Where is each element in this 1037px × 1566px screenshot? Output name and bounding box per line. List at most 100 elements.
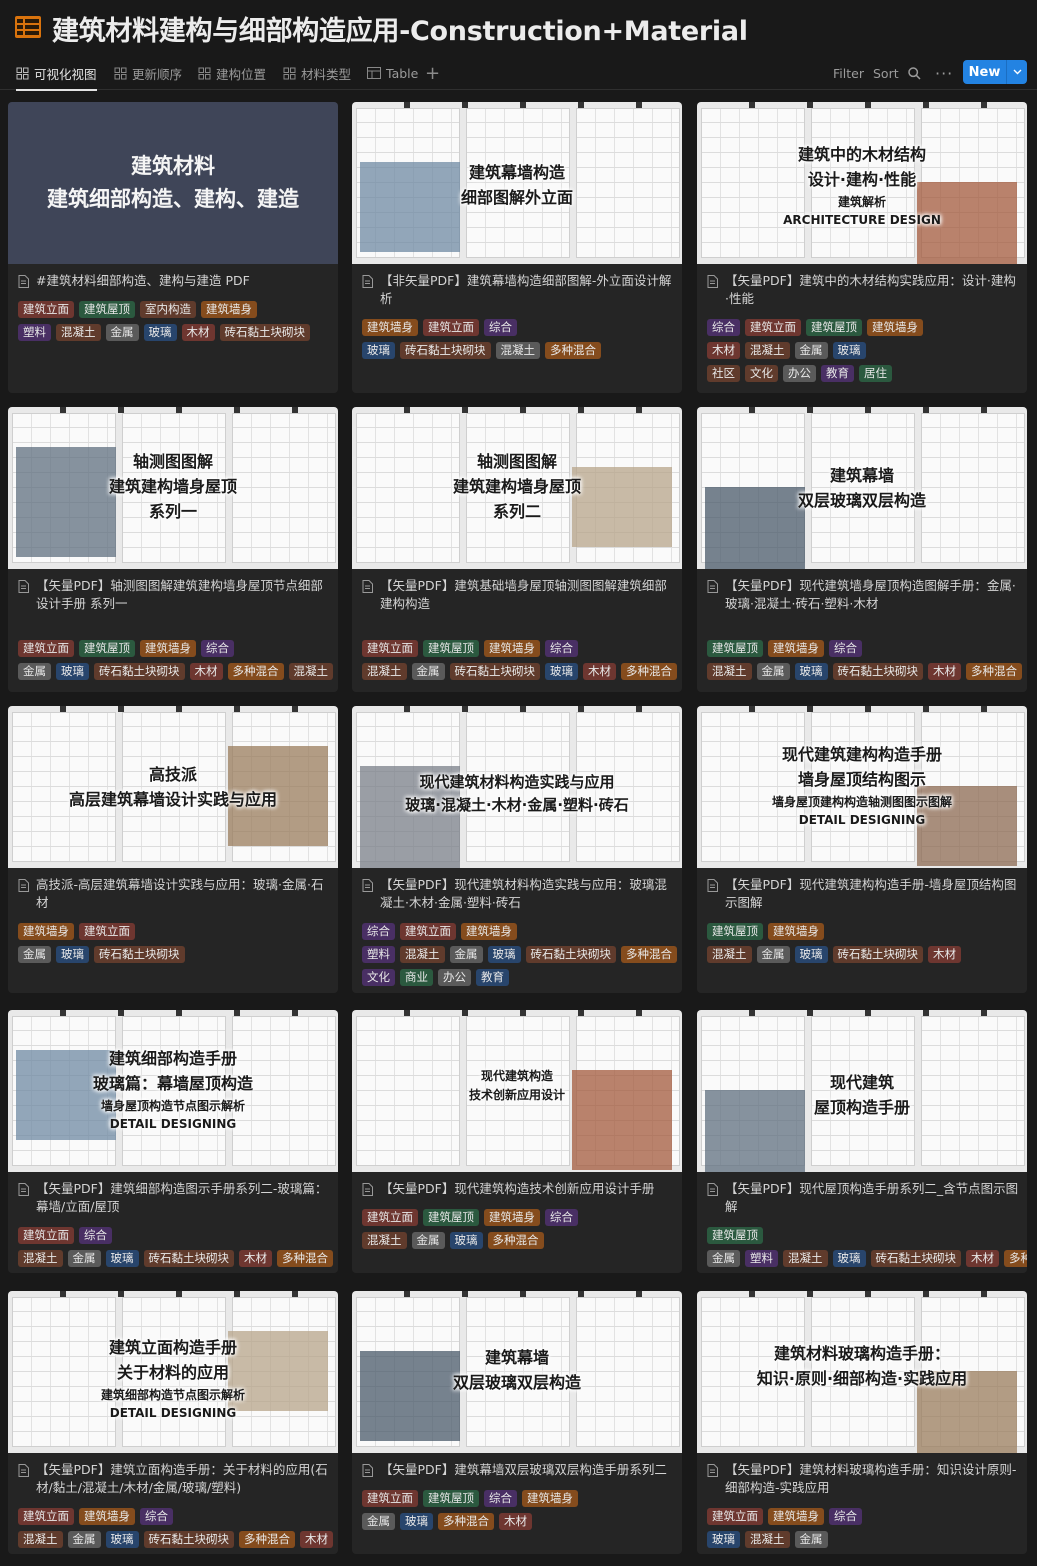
card-title: 【矢量PDF】建筑材料玻璃构造手册：知识设计原则-细部构造-实践应用 [707, 1461, 1019, 1497]
tag: 金属 [756, 946, 790, 963]
cover-text: 建筑幕墙 [829, 466, 894, 485]
tag: 玻璃 [362, 342, 395, 359]
tab-gallery[interactable]: 可视化视图 [16, 56, 97, 91]
gallery-icon [114, 67, 127, 79]
tag-row: 混凝土 金属 玻璃 砖石黏土块砌块 木材 多种混合 [707, 660, 1027, 680]
gallery-card[interactable]: 建筑立面构造手册 关于材料的应用 建筑细部构造节点图示解析 DETAIL DESIGN… [8, 1291, 338, 1554]
gallery-card[interactable]: 建筑材料 建筑细部构造、建构、建造 #建筑材料细部构造、建构与建造 PDF 建筑立面建… [8, 102, 338, 393]
tag: 玻璃 [449, 1232, 483, 1249]
tag: 建筑墙身 [201, 301, 257, 318]
card-cover: 现代建筑材料构造实践与应用 玻璃·混凝土·木材·金属·塑料·砖石 [352, 706, 682, 868]
document-icon [707, 580, 718, 593]
gallery-card[interactable]: 建筑材料玻璃构造手册： 知识·原则·细部构造·实践应用 【矢量PDF】建筑材料玻璃构… [697, 1291, 1027, 1554]
document-icon [18, 879, 29, 892]
cover-binder-clips [697, 1010, 1027, 1016]
card-title: #建筑材料细部构造、建构与建造 PDF [18, 272, 330, 290]
tag: 砖石黏土块砌块 [870, 1250, 961, 1267]
tag-row: 金属 玻璃 砖石黏土块砌块 木材 多种混合 混凝土 [18, 660, 338, 680]
tag: 建筑屋顶 [707, 640, 763, 657]
tag: 建筑墙身 [522, 1490, 578, 1507]
more-icon: ··· [935, 63, 954, 83]
tab-material-type[interactable]: 材料类型 [283, 56, 351, 90]
card-cover: 现代建筑构造 技术创新应用设计 [352, 1010, 682, 1172]
card-cover: 建筑幕墙 双层玻璃双层构造 [697, 407, 1027, 569]
cover-text: 建筑解析 [837, 194, 886, 209]
tag-row: 建筑墙身 建筑立面 [18, 920, 338, 940]
tag: 混凝土 [400, 946, 445, 963]
tag-row: 塑料 混凝土 金属 玻璃 木材 砖石黏土块砌块 [18, 321, 338, 341]
tag-row: 塑料 混凝土 金属 玻璃 砖石黏土块砌块 多种混合 [362, 943, 682, 963]
gallery-card[interactable]: 建筑中的木材结构 设计·建构·性能 建筑解析 ARCHITECTURE DESIGN 【… [697, 102, 1027, 393]
document-icon [362, 1183, 373, 1196]
tag: 综合 [140, 1508, 173, 1525]
tag: 多种混合 [621, 663, 677, 680]
tag: 文化 [362, 969, 395, 986]
tag: 混凝土 [783, 1250, 828, 1267]
cover-binder-clips [352, 102, 682, 108]
card-title-text: #建筑材料细部构造、建构与建造 PDF [36, 273, 250, 288]
cover-binder-clips [352, 1010, 682, 1016]
tag: 金属 [18, 946, 51, 963]
new-button[interactable]: New [963, 60, 1027, 84]
tag: 建筑立面 [362, 1209, 418, 1226]
gallery-card[interactable]: 轴测图图解 建筑建构墙身屋顶 系列二 【矢量PDF】建筑基础墙身屋顶轴测图图解建筑细部… [352, 407, 682, 692]
tag: 建筑墙身 [362, 319, 418, 336]
card-title-text: 【非矢量PDF】建筑幕墙构造细部图解-外立面设计解析 [380, 273, 672, 306]
tab-table[interactable]: Table [367, 56, 418, 90]
tag: 综合 [484, 1490, 517, 1507]
gallery-card[interactable]: 高技派 高层建筑幕墙设计实践与应用 高技派-高层建筑幕墙设计实践与应用：玻璃·金属·… [8, 706, 338, 993]
card-cover: 建筑材料 建筑细部构造、建构、建造 [8, 102, 338, 264]
gallery-card[interactable]: 轴测图图解 建筑建构墙身屋顶 系列一 【矢量PDF】轴测图图解建筑建构墙身屋顶节点细部… [8, 407, 338, 692]
tab-update-order[interactable]: 更新顺序 [114, 56, 182, 90]
tag: 玻璃 [794, 663, 828, 680]
tag-row: 建筑立面 建筑屋顶 建筑墙身 综合 [18, 637, 338, 657]
tag-row: 玻璃 混凝土 金属 [707, 1528, 1027, 1548]
gallery-card[interactable]: 建筑幕墙 双层玻璃双层构造 【矢量PDF】现代建筑墙身屋顶构造图解手册：金属·玻璃·… [697, 407, 1027, 692]
filter-button[interactable]: Filter [833, 56, 864, 90]
page-header: 建筑材料建构与细部构造应用-Construction+Material [0, 0, 1037, 56]
tag-row: 建筑立面 综合 [18, 1224, 338, 1244]
gallery-icon [283, 67, 296, 79]
gallery-card[interactable]: 建筑幕墙构造 细部图解外立面 【非矢量PDF】建筑幕墙构造细部图解-外立面设计解析建… [352, 102, 682, 393]
tag: 混凝土 [288, 663, 333, 680]
search-button[interactable] [908, 56, 921, 90]
gallery-card[interactable]: 现代建筑构造 技术创新应用设计 【矢量PDF】现代建筑构造技术创新应用设计手册 建筑立… [352, 1010, 682, 1273]
document-icon [18, 580, 29, 593]
cover-text: 建筑细部构造、建构、建造 [47, 186, 299, 211]
add-view-button[interactable]: + [425, 56, 440, 90]
more-options-button[interactable]: ··· [935, 56, 953, 90]
card-title-text: 高技派-高层建筑幕墙设计实践与应用：玻璃·金属·石材 [36, 877, 324, 910]
tag-row: 混凝土 金属 砖石黏土块砌块 玻璃 木材 多种混合 [362, 660, 682, 680]
chevron-down-icon[interactable] [1007, 60, 1027, 84]
tag: 建筑立面 [18, 640, 74, 657]
tag-row: 金属 玻璃 多种混合 木材 [362, 1510, 682, 1530]
gallery-card[interactable]: 建筑细部构造手册 玻璃篇：幕墙屋顶构造 墙身屋顶构造节点图示解析 DETAIL DES… [8, 1010, 338, 1273]
cover-text: 建筑建构墙身屋顶 [452, 476, 581, 496]
card-title: 【矢量PDF】现代建筑材料构造实践与应用：玻璃混凝土·木材·金属·塑料·砖石 [362, 876, 674, 912]
cover-text: 技术创新应用设计 [468, 1087, 565, 1102]
cover-binder-clips [697, 1291, 1027, 1297]
tag-row: 综合 建筑立面 建筑墙身 [362, 920, 682, 940]
cover-text: 建筑中的木材结构 [797, 145, 926, 164]
tag: 教育 [476, 969, 509, 986]
cover-binder-clips [697, 407, 1027, 413]
tag: 金属 [756, 663, 790, 680]
tag: 建筑屋顶 [79, 640, 135, 657]
tag: 木材 [499, 1513, 532, 1530]
gallery-card[interactable]: 现代建筑建构构造手册 墙身屋顶结构图示 墙身屋顶建构构造轴测图图示图解 DETAIL … [697, 706, 1027, 993]
gallery-card[interactable]: 现代建筑 屋顶构造手册 【矢量PDF】现代屋顶构造手册系列二_含节点图示图解 建筑屋顶… [697, 1010, 1027, 1273]
sort-button[interactable]: Sort [873, 56, 899, 90]
tag: 金属 [707, 1250, 740, 1267]
tag: 玻璃 [832, 1250, 866, 1267]
gallery-card[interactable]: 现代建筑材料构造实践与应用 玻璃·混凝土·木材·金属·塑料·砖石【矢量PDF】现代… [352, 706, 682, 993]
tag: 玻璃 [487, 946, 521, 963]
tag: 建筑屋顶 [79, 301, 135, 318]
gallery-card[interactable]: 建筑幕墙 双层玻璃双层构造 【矢量PDF】建筑幕墙双层玻璃双层构造手册系列二 建筑立面… [352, 1291, 682, 1554]
tag: 多种混合 [239, 1531, 295, 1548]
tag-row: 木材 混凝土 金属 玻璃 [707, 339, 1027, 359]
tag: 玻璃 [794, 946, 828, 963]
tab-construction-location[interactable]: 建构位置 [198, 56, 266, 90]
tag: 金属 [67, 1250, 101, 1267]
tag: 多种混合 [227, 663, 284, 680]
tag: 建筑立面 [79, 923, 135, 940]
